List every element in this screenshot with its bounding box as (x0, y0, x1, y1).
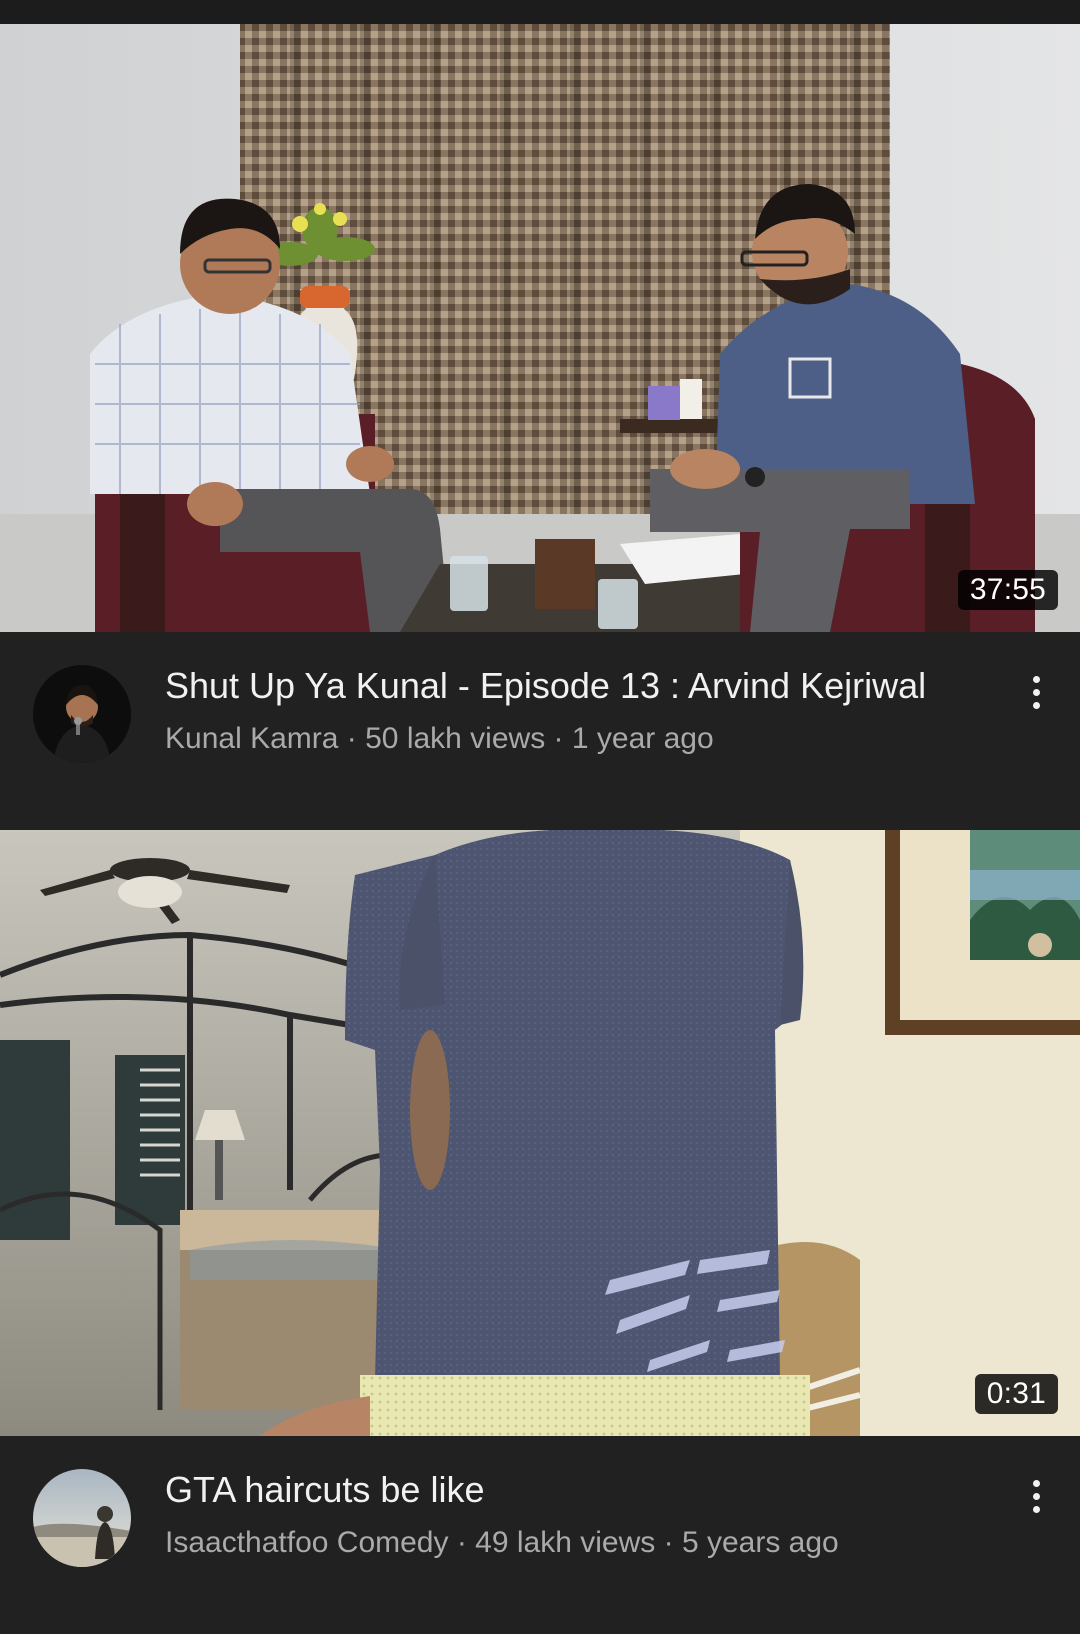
video-subtitle: Isaacthatfoo Comedy · 49 lakh views · 5 … (165, 1524, 839, 1562)
meta-separator: · (655, 1526, 682, 1559)
more-vert-icon (1032, 1479, 1040, 1487)
video-meta: Shut Up Ya Kunal - Episode 13 : Arvind K… (0, 632, 1080, 772)
channel-avatar[interactable] (33, 665, 131, 763)
more-vert-icon (1032, 675, 1040, 683)
meta-separator: · (545, 722, 572, 755)
upload-age: 1 year ago (571, 722, 714, 755)
video-title[interactable]: Shut Up Ya Kunal - Episode 13 : Arvind K… (165, 664, 1005, 708)
video-subtitle: Kunal Kamra · 50 lakh views · 1 year ago (165, 720, 714, 758)
channel-name[interactable]: Kunal Kamra (165, 722, 338, 755)
video-duration-badge: 0:31 (974, 1374, 1058, 1414)
video-title[interactable]: GTA haircuts be like (165, 1468, 1005, 1512)
meta-separator: · (338, 722, 366, 755)
more-vert-icon-dot (1032, 701, 1040, 709)
view-count: 50 lakh views (365, 722, 546, 755)
channel-avatar[interactable] (33, 1469, 131, 1567)
video-feed: 37:55 Shut Up Ya Kunal - Episode 13 : Ar… (0, 0, 1080, 1634)
video-duration-badge: 37:55 (957, 570, 1058, 610)
video-meta: GTA haircuts be like Isaacthatfoo Comedy… (0, 1436, 1080, 1576)
video-thumbnail[interactable]: 0:31 (0, 830, 1080, 1436)
channel-name[interactable]: Isaacthatfoo Comedy (165, 1526, 449, 1559)
more-vert-icon-dot (1032, 688, 1040, 696)
video-card[interactable]: 37:55 Shut Up Ya Kunal - Episode 13 : Ar… (0, 24, 1080, 772)
video-card[interactable]: 0:31 GTA haircuts be like Isaacthatfoo C… (0, 830, 1080, 1576)
view-count: 49 lakh views (475, 1526, 656, 1559)
meta-separator: · (448, 1526, 476, 1559)
video-thumbnail[interactable]: 37:55 (0, 24, 1080, 632)
upload-age: 5 years ago (681, 1526, 839, 1559)
avatar-image (33, 665, 131, 763)
more-options-button[interactable] (1012, 1472, 1060, 1520)
more-vert-icon-dot (1032, 1492, 1040, 1500)
more-vert-icon-dot (1032, 1505, 1040, 1513)
thumbnail-image (0, 24, 1080, 632)
more-options-button[interactable] (1012, 668, 1060, 716)
thumbnail-image (0, 830, 1080, 1436)
status-bar-area (0, 0, 1080, 24)
avatar-image (33, 1469, 131, 1567)
